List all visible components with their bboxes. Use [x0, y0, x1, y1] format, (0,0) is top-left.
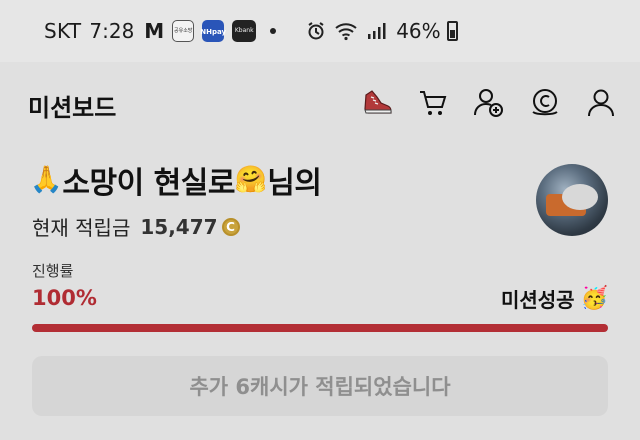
mission-status: 미션성공 🥳 [501, 284, 608, 313]
kbank-icon: Kbank [232, 20, 257, 42]
header-toolbar [360, 86, 618, 120]
profile-icon[interactable] [584, 86, 618, 120]
points-value: 15,477 [140, 214, 218, 239]
more-notifications-dot [270, 28, 277, 34]
app-notification-icon: 공유소방 [172, 20, 195, 42]
page-title: 미션보드 [28, 94, 117, 122]
hug-emoji: 🤗 [234, 165, 268, 195]
signal-icon [366, 21, 386, 41]
progress-bar [32, 324, 608, 332]
shoe-icon[interactable] [360, 86, 394, 120]
avatar[interactable] [536, 164, 608, 236]
points-label: 현재 적립금 [32, 216, 131, 240]
status-bar: SKT 7:28 M 공유소방 NH pay Kbank 46% [0, 0, 640, 62]
progress-percent: 100% [32, 286, 97, 310]
progress-label: 진행률 [32, 262, 74, 280]
mission-status-text: 미션성공 [500, 288, 575, 312]
nh-pay-icon: NH pay [200, 20, 226, 42]
wifi-icon [334, 21, 358, 41]
carrier-label: SKT [44, 19, 82, 43]
pray-emoji: 🙏 [30, 165, 63, 195]
reward-complete-button[interactable]: 추가 6캐시가 적립되었습니다 [32, 356, 608, 416]
avatar-image-part [562, 184, 598, 210]
progress-bar-fill [32, 324, 608, 332]
battery-percentage: 46% [396, 19, 441, 43]
cart-icon[interactable] [416, 86, 450, 120]
user-greeting: 🙏 소망이 현실로 🤗 님의 [30, 158, 322, 202]
party-emoji: 🥳 [580, 286, 608, 311]
user-name: 소망이 현실로 [62, 166, 235, 201]
mission-board-screen: 미션보드 🙏 소망이 현실로 🤗 님의 현재 적립금 15,477 C 진행률 … [0, 62, 640, 440]
coin-icon: C [221, 217, 240, 236]
alarm-icon [306, 21, 326, 41]
points-summary: 현재 적립금 15,477 C [32, 212, 240, 241]
add-friend-icon[interactable] [472, 86, 506, 120]
battery-icon [446, 21, 458, 41]
user-name-suffix: 님의 [267, 166, 322, 201]
m-app-icon: M [144, 19, 165, 43]
clock: 7:28 [89, 19, 135, 43]
cash-coin-icon[interactable] [528, 86, 562, 120]
